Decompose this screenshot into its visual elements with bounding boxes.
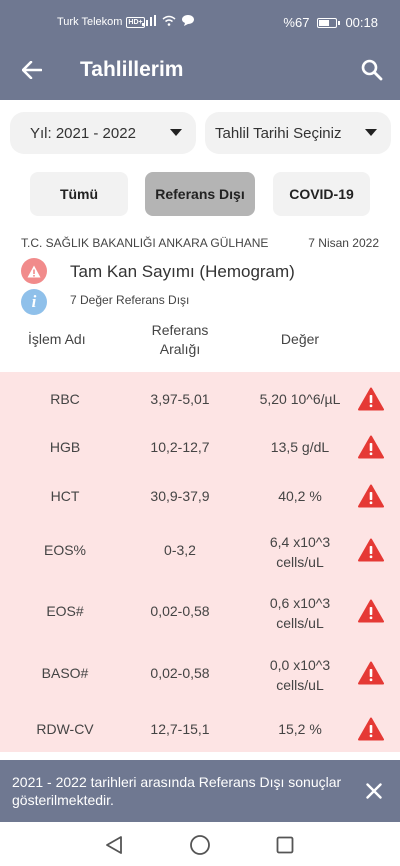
arrow-left-icon bbox=[22, 61, 42, 79]
alert-triangle-icon bbox=[357, 599, 385, 625]
test-name[interactable]: Tam Kan Sayımı (Hemogram) bbox=[70, 262, 295, 282]
nav-back-button[interactable] bbox=[103, 834, 125, 856]
row-value-line1: 40,2 % bbox=[278, 488, 322, 504]
alert-triangle-icon bbox=[357, 661, 385, 687]
row-value-line1: 0,6 x10^3 bbox=[269, 595, 331, 611]
filter-all-button[interactable]: Tümü bbox=[30, 172, 128, 216]
close-icon bbox=[366, 783, 382, 799]
circle-home-icon bbox=[190, 835, 210, 855]
row-value-line1: 0,0 x10^3 bbox=[269, 657, 331, 673]
row-value: 13,5 g/dL bbox=[245, 437, 355, 457]
row-value: 6,4 x10^3 cells/uL bbox=[245, 532, 355, 572]
row-range: 3,97-5,01 bbox=[150, 391, 210, 407]
wifi-icon bbox=[162, 15, 176, 26]
page-title: Tahlillerim bbox=[80, 58, 184, 81]
date-dropdown-label: Tahlil Tarihi Seçiniz bbox=[215, 124, 342, 142]
info-snackbar: 2021 - 2022 tarihleri arasında Referans … bbox=[0, 760, 400, 822]
nav-home-button[interactable] bbox=[189, 834, 211, 856]
row-name: HCT bbox=[50, 488, 80, 504]
square-recent-icon bbox=[276, 836, 294, 854]
battery-icon bbox=[317, 17, 341, 28]
caret-down-icon bbox=[365, 129, 377, 136]
column-header-value: Değer bbox=[280, 331, 320, 347]
row-value-line2: cells/uL bbox=[276, 677, 324, 693]
battery-percent: %67 bbox=[283, 15, 310, 30]
year-dropdown-label: Yıl: 2021 - 2022 bbox=[30, 124, 136, 142]
row-range: 0,02-0,58 bbox=[150, 665, 210, 681]
year-dropdown[interactable]: Yıl: 2021 - 2022 bbox=[10, 112, 196, 154]
alert-triangle-icon bbox=[357, 717, 385, 743]
row-value-line2: cells/uL bbox=[276, 554, 324, 570]
row-value: 40,2 % bbox=[245, 486, 355, 506]
nav-recent-button[interactable] bbox=[274, 834, 296, 856]
row-name: EOS# bbox=[46, 603, 84, 619]
row-range: 30,9-37,9 bbox=[150, 488, 210, 504]
back-button[interactable] bbox=[18, 56, 46, 84]
chat-bubble-icon bbox=[182, 15, 194, 26]
filter-covid-button[interactable]: COVID-19 bbox=[273, 172, 370, 216]
status-right: %67 00:18 bbox=[283, 15, 378, 30]
column-header-range: Referans Aralığı bbox=[125, 321, 235, 359]
row-name: RDW-CV bbox=[36, 721, 94, 737]
row-name: HGB bbox=[49, 439, 81, 455]
triangle-back-icon bbox=[106, 836, 122, 854]
row-value-line1: 5,20 10^6/µL bbox=[259, 391, 341, 407]
signal-icon bbox=[142, 15, 156, 26]
row-name: EOS% bbox=[43, 542, 86, 558]
alert-triangle-icon bbox=[357, 538, 385, 564]
report-date: 7 Nisan 2022 bbox=[308, 236, 379, 250]
column-header-range-line1: Referans bbox=[151, 322, 209, 338]
filter-out-of-range-button[interactable]: Referans Dışı bbox=[145, 172, 255, 216]
row-value: 0,6 x10^3 cells/uL bbox=[245, 593, 355, 633]
out-of-range-count: 7 Değer Referans Dışı bbox=[70, 293, 190, 307]
search-icon bbox=[361, 59, 383, 81]
status-bar: Turk Telekom HD+ %67 00:18 bbox=[0, 0, 400, 40]
institution-name: T.C. SAĞLIK BAKANLIĞI ANKARA GÜLHANE bbox=[21, 236, 269, 250]
column-header-name: İşlem Adı bbox=[28, 331, 86, 347]
alert-triangle-icon bbox=[357, 435, 385, 461]
alert-triangle-icon bbox=[357, 484, 385, 510]
snackbar-close-button[interactable] bbox=[362, 779, 386, 803]
column-header-range-line2: Aralığı bbox=[159, 341, 201, 357]
clock: 00:18 bbox=[345, 15, 378, 30]
battery-fill bbox=[319, 19, 330, 26]
row-range: 10,2-12,7 bbox=[150, 439, 210, 455]
results-table: RBC 3,97-5,01 5,20 10^6/µL HGB 10,2-12,7… bbox=[0, 372, 400, 752]
carrier-name: Turk Telekom bbox=[57, 16, 123, 28]
row-name: RBC bbox=[50, 391, 80, 407]
info-icon: i bbox=[21, 289, 47, 315]
alert-triangle-icon bbox=[357, 387, 385, 413]
system-nav-bar bbox=[0, 822, 400, 866]
row-value: 0,0 x10^3 cells/uL bbox=[245, 655, 355, 695]
row-range: 12,7-15,1 bbox=[150, 721, 210, 737]
row-range: 0-3,2 bbox=[164, 542, 196, 558]
snackbar-message: 2021 - 2022 tarihleri arasında Referans … bbox=[12, 774, 342, 808]
status-icons bbox=[142, 15, 194, 26]
date-dropdown[interactable]: Tahlil Tarihi Seçiniz bbox=[205, 112, 391, 154]
carrier-info: Turk Telekom HD+ bbox=[57, 16, 145, 28]
row-value: 5,20 10^6/µL bbox=[245, 389, 355, 409]
warning-icon bbox=[21, 258, 47, 284]
row-value: 15,2 % bbox=[245, 719, 355, 739]
row-value-line1: 15,2 % bbox=[278, 721, 322, 737]
caret-down-icon bbox=[170, 129, 182, 136]
row-range: 0,02-0,58 bbox=[150, 603, 210, 619]
row-name: BASO# bbox=[41, 665, 89, 681]
row-value-line1: 6,4 x10^3 bbox=[269, 534, 331, 550]
app-bar: Tahlillerim bbox=[0, 40, 400, 100]
row-value-line1: 13,5 g/dL bbox=[270, 439, 330, 455]
search-button[interactable] bbox=[358, 56, 386, 84]
row-value-line2: cells/uL bbox=[276, 615, 324, 631]
